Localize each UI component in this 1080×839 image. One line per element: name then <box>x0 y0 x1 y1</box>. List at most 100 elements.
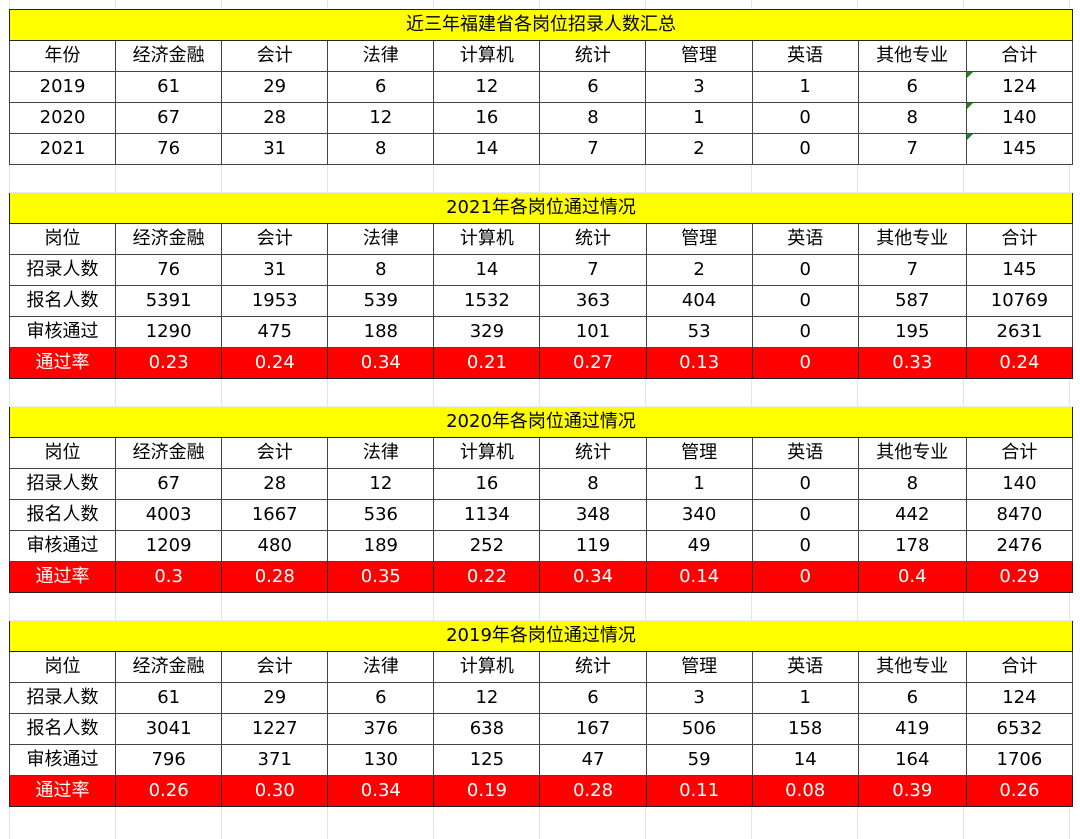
cell[interactable]: 47 <box>539 744 647 776</box>
cell[interactable]: 130 <box>327 744 435 776</box>
cell[interactable]: 7 <box>539 254 647 286</box>
rate-cell[interactable]: 通过率 <box>8 775 117 807</box>
cell[interactable]: 195 <box>857 316 967 348</box>
cell[interactable]: 1 <box>751 71 859 103</box>
cell[interactable]: 1706 <box>965 744 1074 776</box>
cell[interactable]: 76 <box>115 133 223 165</box>
rate-cell[interactable]: 0.35 <box>327 561 435 593</box>
header-cell[interactable]: 岗位 <box>8 223 117 255</box>
cell[interactable]: 招录人数 <box>8 254 117 286</box>
header-cell[interactable]: 会计 <box>221 437 329 469</box>
header-cell[interactable]: 法律 <box>327 40 435 72</box>
cell[interactable]: 6 <box>327 682 435 714</box>
cell[interactable]: 3 <box>645 682 753 714</box>
header-cell[interactable]: 统计 <box>539 40 647 72</box>
rate-cell[interactable]: 0.33 <box>857 347 967 379</box>
cell[interactable]: 报名人数 <box>8 713 117 745</box>
cell[interactable]: 164 <box>857 744 967 776</box>
cell[interactable]: 0 <box>751 499 859 531</box>
cell[interactable]: 14 <box>751 744 859 776</box>
rate-cell[interactable]: 0.19 <box>433 775 541 807</box>
header-cell[interactable]: 管理 <box>645 223 753 255</box>
cell[interactable]: 49 <box>645 530 753 562</box>
cell[interactable]: 158 <box>751 713 859 745</box>
cell[interactable]: 8 <box>327 254 435 286</box>
cell[interactable]: 31 <box>221 254 329 286</box>
cell[interactable]: 29 <box>221 71 329 103</box>
cell[interactable]: 6 <box>857 682 967 714</box>
cell[interactable]: 0 <box>751 254 859 286</box>
cell[interactable]: 7 <box>539 133 647 165</box>
cell[interactable]: 329 <box>433 316 541 348</box>
cell[interactable]: 7 <box>857 133 967 165</box>
block-title[interactable]: 2019年各岗位通过情况 <box>9 620 1073 652</box>
header-cell[interactable]: 英语 <box>751 437 859 469</box>
header-cell[interactable]: 计算机 <box>433 40 541 72</box>
cell[interactable]: 6 <box>539 682 647 714</box>
cell[interactable]: 76 <box>115 254 223 286</box>
header-cell[interactable]: 经济金融 <box>115 40 223 72</box>
cell[interactable]: 638 <box>433 713 541 745</box>
cell[interactable]: 475 <box>221 316 329 348</box>
cell[interactable]: 1209 <box>115 530 223 562</box>
cell[interactable]: 14 <box>433 254 541 286</box>
cell[interactable]: 报名人数 <box>8 499 117 531</box>
rate-cell[interactable]: 0.34 <box>327 347 435 379</box>
cell[interactable]: 506 <box>645 713 753 745</box>
rate-cell[interactable]: 0.14 <box>645 561 753 593</box>
rate-cell[interactable]: 0.13 <box>645 347 753 379</box>
cell-with-comment-flag[interactable]: 140 <box>965 102 1074 134</box>
cell[interactable]: 12 <box>327 102 435 134</box>
cell[interactable]: 536 <box>327 499 435 531</box>
cell[interactable]: 0 <box>751 316 859 348</box>
cell[interactable]: 145 <box>965 254 1074 286</box>
rate-cell[interactable]: 0.3 <box>115 561 223 593</box>
header-cell[interactable]: 会计 <box>221 651 329 683</box>
cell[interactable]: 101 <box>539 316 647 348</box>
cell[interactable]: 178 <box>857 530 967 562</box>
cell[interactable]: 16 <box>433 468 541 500</box>
rate-cell[interactable]: 0.39 <box>857 775 967 807</box>
header-cell[interactable]: 计算机 <box>433 651 541 683</box>
header-cell[interactable]: 合计 <box>965 40 1074 72</box>
block-title[interactable]: 2021年各岗位通过情况 <box>9 192 1073 224</box>
cell[interactable]: 2 <box>645 133 753 165</box>
cell[interactable]: 审核通过 <box>8 316 117 348</box>
cell[interactable]: 0 <box>751 102 859 134</box>
cell[interactable]: 67 <box>115 102 223 134</box>
cell[interactable]: 6 <box>539 71 647 103</box>
rate-cell[interactable]: 0 <box>751 347 859 379</box>
cell[interactable]: 4003 <box>115 499 223 531</box>
rate-cell[interactable]: 0.26 <box>965 775 1074 807</box>
cell[interactable]: 252 <box>433 530 541 562</box>
cell[interactable]: 61 <box>115 682 223 714</box>
cell[interactable]: 167 <box>539 713 647 745</box>
rate-cell[interactable]: 0.26 <box>115 775 223 807</box>
cell[interactable]: 371 <box>221 744 329 776</box>
rate-cell[interactable]: 0.34 <box>539 561 647 593</box>
cell[interactable]: 376 <box>327 713 435 745</box>
header-cell[interactable]: 经济金融 <box>115 223 223 255</box>
cell[interactable]: 59 <box>645 744 753 776</box>
cell[interactable]: 12 <box>433 682 541 714</box>
cell[interactable]: 189 <box>327 530 435 562</box>
cell[interactable]: 审核通过 <box>8 530 117 562</box>
cell[interactable]: 404 <box>645 285 753 317</box>
cell[interactable]: 报名人数 <box>8 285 117 317</box>
cell[interactable]: 1227 <box>221 713 329 745</box>
header-cell[interactable]: 英语 <box>751 223 859 255</box>
cell[interactable]: 招录人数 <box>8 468 117 500</box>
rate-cell[interactable]: 0 <box>751 561 859 593</box>
cell[interactable]: 2631 <box>965 316 1074 348</box>
rate-cell[interactable]: 0.23 <box>115 347 223 379</box>
header-cell[interactable]: 其他专业 <box>857 40 967 72</box>
cell[interactable]: 796 <box>115 744 223 776</box>
cell[interactable]: 0 <box>751 468 859 500</box>
rate-cell[interactable]: 0.30 <box>221 775 329 807</box>
cell[interactable]: 61 <box>115 71 223 103</box>
rate-cell[interactable]: 通过率 <box>8 347 117 379</box>
cell[interactable]: 1 <box>751 682 859 714</box>
cell[interactable]: 587 <box>857 285 967 317</box>
cell[interactable]: 10769 <box>965 285 1074 317</box>
cell[interactable]: 0 <box>751 285 859 317</box>
